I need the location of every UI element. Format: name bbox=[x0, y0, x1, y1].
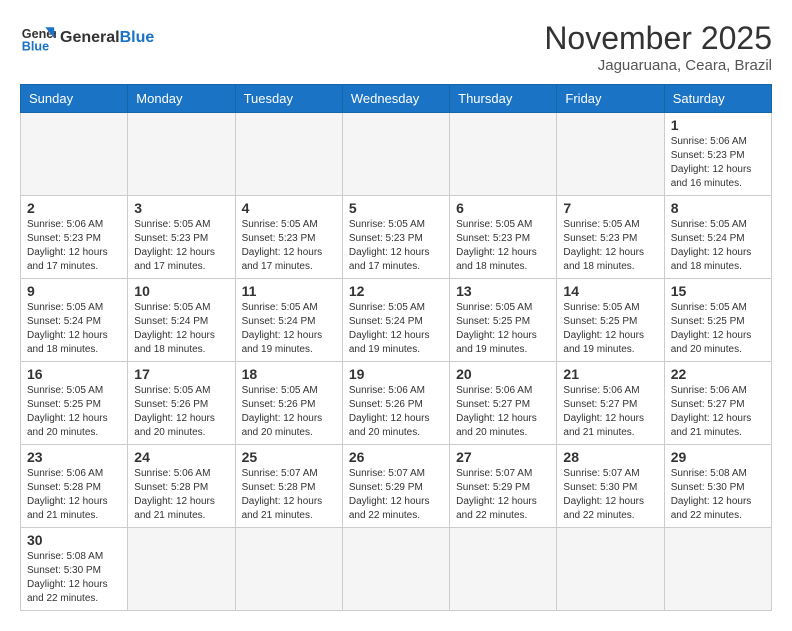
weekday-header-row: Sunday Monday Tuesday Wednesday Thursday… bbox=[21, 85, 772, 113]
day-7: 7 Sunrise: 5:05 AM Sunset: 5:23 PM Dayli… bbox=[557, 196, 664, 279]
empty-cell bbox=[21, 113, 128, 196]
empty-cell bbox=[128, 113, 235, 196]
empty-cell bbox=[342, 528, 449, 611]
empty-cell bbox=[450, 528, 557, 611]
day-23: 23 Sunrise: 5:06 AM Sunset: 5:28 PM Dayl… bbox=[21, 445, 128, 528]
day-10: 10 Sunrise: 5:05 AM Sunset: 5:24 PM Dayl… bbox=[128, 279, 235, 362]
empty-cell bbox=[557, 528, 664, 611]
empty-cell bbox=[235, 113, 342, 196]
logo-text: GeneralBlue bbox=[60, 29, 154, 47]
day-14: 14 Sunrise: 5:05 AM Sunset: 5:25 PM Dayl… bbox=[557, 279, 664, 362]
header-tuesday: Tuesday bbox=[235, 85, 342, 113]
location-subtitle: Jaguaruana, Ceara, Brazil bbox=[544, 57, 772, 74]
day-22: 22 Sunrise: 5:06 AM Sunset: 5:27 PM Dayl… bbox=[664, 362, 771, 445]
empty-cell bbox=[557, 113, 664, 196]
header-thursday: Thursday bbox=[450, 85, 557, 113]
day-15: 15 Sunrise: 5:05 AM Sunset: 5:25 PM Dayl… bbox=[664, 279, 771, 362]
day-9: 9 Sunrise: 5:05 AM Sunset: 5:24 PM Dayli… bbox=[21, 279, 128, 362]
month-year-title: November 2025 bbox=[544, 20, 772, 57]
day-13: 13 Sunrise: 5:05 AM Sunset: 5:25 PM Dayl… bbox=[450, 279, 557, 362]
page-header: General Blue GeneralBlue November 2025 J… bbox=[20, 20, 772, 74]
calendar-row-1: 1 Sunrise: 5:06 AM Sunset: 5:23 PM Dayli… bbox=[21, 113, 772, 196]
day-12: 12 Sunrise: 5:05 AM Sunset: 5:24 PM Dayl… bbox=[342, 279, 449, 362]
empty-cell bbox=[342, 113, 449, 196]
header-monday: Monday bbox=[128, 85, 235, 113]
empty-cell bbox=[664, 528, 771, 611]
day-3: 3 Sunrise: 5:05 AM Sunset: 5:23 PM Dayli… bbox=[128, 196, 235, 279]
calendar-row-2: 2 Sunrise: 5:06 AM Sunset: 5:23 PM Dayli… bbox=[21, 196, 772, 279]
title-block: November 2025 Jaguaruana, Ceara, Brazil bbox=[544, 20, 772, 74]
day-25: 25 Sunrise: 5:07 AM Sunset: 5:28 PM Dayl… bbox=[235, 445, 342, 528]
empty-cell bbox=[128, 528, 235, 611]
day-19: 19 Sunrise: 5:06 AM Sunset: 5:26 PM Dayl… bbox=[342, 362, 449, 445]
day-8: 8 Sunrise: 5:05 AM Sunset: 5:24 PM Dayli… bbox=[664, 196, 771, 279]
day-1: 1 Sunrise: 5:06 AM Sunset: 5:23 PM Dayli… bbox=[664, 113, 771, 196]
empty-cell bbox=[450, 113, 557, 196]
day-6: 6 Sunrise: 5:05 AM Sunset: 5:23 PM Dayli… bbox=[450, 196, 557, 279]
day-5: 5 Sunrise: 5:05 AM Sunset: 5:23 PM Dayli… bbox=[342, 196, 449, 279]
calendar-row-3: 9 Sunrise: 5:05 AM Sunset: 5:24 PM Dayli… bbox=[21, 279, 772, 362]
day-2: 2 Sunrise: 5:06 AM Sunset: 5:23 PM Dayli… bbox=[21, 196, 128, 279]
day-21: 21 Sunrise: 5:06 AM Sunset: 5:27 PM Dayl… bbox=[557, 362, 664, 445]
day-27: 27 Sunrise: 5:07 AM Sunset: 5:29 PM Dayl… bbox=[450, 445, 557, 528]
header-sunday: Sunday bbox=[21, 85, 128, 113]
day-18: 18 Sunrise: 5:05 AM Sunset: 5:26 PM Dayl… bbox=[235, 362, 342, 445]
day-4: 4 Sunrise: 5:05 AM Sunset: 5:23 PM Dayli… bbox=[235, 196, 342, 279]
day-30: 30 Sunrise: 5:08 AM Sunset: 5:30 PM Dayl… bbox=[21, 528, 128, 611]
day-26: 26 Sunrise: 5:07 AM Sunset: 5:29 PM Dayl… bbox=[342, 445, 449, 528]
day-29: 29 Sunrise: 5:08 AM Sunset: 5:30 PM Dayl… bbox=[664, 445, 771, 528]
header-wednesday: Wednesday bbox=[342, 85, 449, 113]
day-11: 11 Sunrise: 5:05 AM Sunset: 5:24 PM Dayl… bbox=[235, 279, 342, 362]
svg-text:Blue: Blue bbox=[22, 40, 49, 54]
day-16: 16 Sunrise: 5:05 AM Sunset: 5:25 PM Dayl… bbox=[21, 362, 128, 445]
day-28: 28 Sunrise: 5:07 AM Sunset: 5:30 PM Dayl… bbox=[557, 445, 664, 528]
calendar-row-4: 16 Sunrise: 5:05 AM Sunset: 5:25 PM Dayl… bbox=[21, 362, 772, 445]
empty-cell bbox=[235, 528, 342, 611]
header-friday: Friday bbox=[557, 85, 664, 113]
day-24: 24 Sunrise: 5:06 AM Sunset: 5:28 PM Dayl… bbox=[128, 445, 235, 528]
header-saturday: Saturday bbox=[664, 85, 771, 113]
calendar-table: Sunday Monday Tuesday Wednesday Thursday… bbox=[20, 84, 772, 611]
calendar-row-5: 23 Sunrise: 5:06 AM Sunset: 5:28 PM Dayl… bbox=[21, 445, 772, 528]
day-20: 20 Sunrise: 5:06 AM Sunset: 5:27 PM Dayl… bbox=[450, 362, 557, 445]
logo: General Blue GeneralBlue bbox=[20, 20, 154, 56]
calendar-row-6: 30 Sunrise: 5:08 AM Sunset: 5:30 PM Dayl… bbox=[21, 528, 772, 611]
day-17: 17 Sunrise: 5:05 AM Sunset: 5:26 PM Dayl… bbox=[128, 362, 235, 445]
